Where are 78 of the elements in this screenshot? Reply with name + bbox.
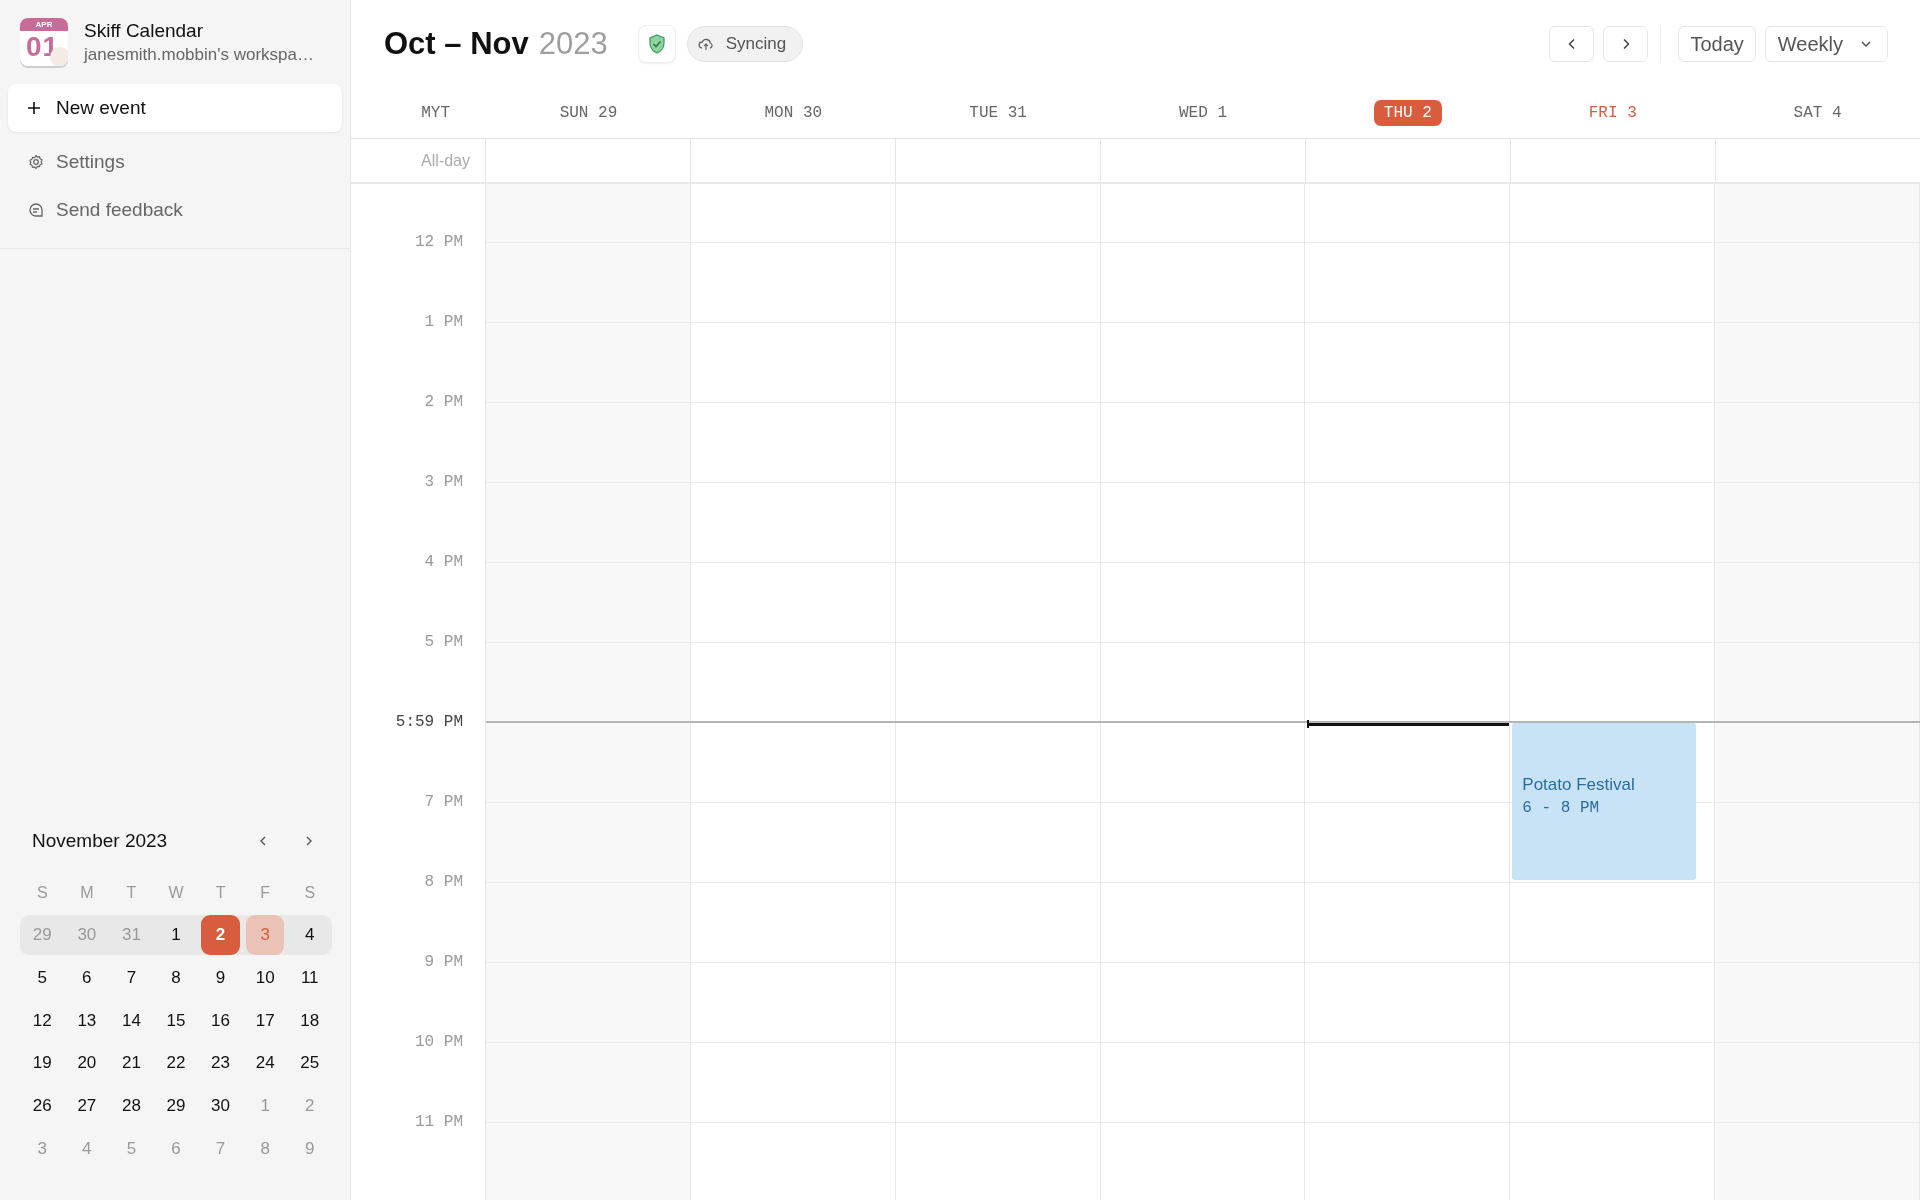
time-label: 2 PM [424, 393, 463, 411]
event-title: Potato Festival [1522, 775, 1636, 795]
time-label: 12 PM [415, 233, 463, 251]
calendar-day[interactable]: 13 [67, 1000, 107, 1041]
day-header[interactable]: SAT 4 [1783, 100, 1852, 126]
calendar-day[interactable]: 28 [112, 1085, 151, 1126]
calendar-day[interactable]: 15 [156, 1000, 196, 1041]
calendar-day[interactable]: 29 [156, 1085, 196, 1126]
calendar-day[interactable]: 1 [156, 914, 196, 955]
view-dropdown[interactable]: Weekly [1764, 26, 1888, 62]
calendar-day[interactable]: 21 [112, 1043, 151, 1084]
sync-status: Syncing [686, 26, 804, 62]
workspace-name: janesmith.mobbin's workspa… [84, 44, 314, 65]
sidebar-item[interactable]: Send feedback [8, 186, 342, 234]
new-event-button[interactable]: New event [8, 84, 342, 132]
today-button[interactable]: Today [1678, 26, 1756, 62]
current-time-label: 5:59 PM [395, 713, 463, 731]
calendar-day[interactable]: 10 [245, 957, 285, 998]
day-header[interactable]: WED 1 [1169, 100, 1237, 126]
calendar-day[interactable]: 25 [290, 1043, 329, 1084]
day-header[interactable]: TUE 31 [959, 100, 1037, 126]
calendar-day[interactable]: 23 [201, 1043, 240, 1084]
calendar-day[interactable]: 16 [201, 1000, 240, 1041]
calendar-day[interactable]: 30 [201, 1085, 240, 1126]
chat-icon [28, 202, 44, 218]
calendar-day[interactable]: 6 [67, 957, 107, 998]
encryption-button[interactable] [637, 25, 676, 63]
event-time: 6 - 8 PM [1522, 799, 1601, 817]
calendar-day[interactable]: 24 [245, 1043, 285, 1084]
time-label: 4 PM [424, 553, 463, 571]
weekday-label: T [125, 883, 138, 902]
calendar-day[interactable]: 14 [112, 1000, 151, 1041]
shield-icon [647, 34, 666, 54]
event-card[interactable]: Potato Festival 6 - 8 PM [1512, 723, 1697, 880]
plus-icon [26, 100, 42, 116]
calendar-day[interactable]: 19 [23, 1043, 62, 1084]
day-header[interactable]: MON 30 [754, 100, 833, 126]
time-label: 10 PM [415, 1033, 463, 1051]
calendar-title: Oct – Nov 2023 [384, 26, 608, 62]
calendar-day[interactable]: 8 [156, 957, 196, 998]
next-week-button[interactable] [1603, 26, 1649, 62]
calendar-day[interactable]: 11 [290, 957, 329, 998]
weekday-label: F [259, 883, 271, 902]
time-label: 7 PM [424, 793, 463, 811]
calendar-day[interactable]: 18 [290, 1000, 329, 1041]
calendar-day[interactable]: 20 [67, 1043, 107, 1084]
calendar-day[interactable]: 2 [201, 914, 240, 955]
time-label: 5 PM [424, 633, 463, 651]
time-label: 3 PM [424, 473, 463, 491]
weekday-label: S [303, 883, 317, 902]
calendar-day[interactable]: 5 [23, 957, 62, 998]
cloud-icon [697, 37, 714, 51]
weekday-label: T [214, 883, 227, 902]
weekday-label: S [35, 883, 49, 902]
calendar-day[interactable]: 7 [112, 957, 151, 998]
settings-icon [28, 154, 44, 170]
time-label: 1 PM [424, 313, 463, 331]
weekday-label: W [167, 883, 185, 902]
day-header[interactable]: FRI 3 [1578, 100, 1647, 126]
month-title: November 2023 [32, 830, 169, 853]
previous-week-button[interactable] [1549, 26, 1595, 62]
time-label: 8 PM [424, 873, 463, 891]
day-header[interactable]: SUN 29 [549, 100, 628, 126]
calendar-day[interactable]: 17 [245, 1000, 285, 1041]
day-header[interactable]: THU 2 [1373, 100, 1442, 126]
calendar-day[interactable]: 26 [23, 1085, 62, 1126]
all-day-label: All-day [421, 151, 470, 170]
time-label: 9 PM [424, 953, 463, 971]
calendar-day[interactable]: 22 [156, 1043, 196, 1084]
sidebar-item[interactable]: Settings [8, 138, 342, 186]
time-label: 11 PM [415, 1113, 463, 1131]
app-name: Skiff Calendar [84, 19, 204, 42]
calendar-day[interactable]: 27 [67, 1085, 107, 1126]
calendar-day[interactable]: 9 [201, 957, 240, 998]
timezone-label: MYT [421, 104, 451, 122]
calendar-day[interactable]: 12 [23, 1000, 62, 1041]
calendar-day[interactable]: 4 [290, 914, 329, 955]
weekday-label: M [79, 883, 95, 902]
